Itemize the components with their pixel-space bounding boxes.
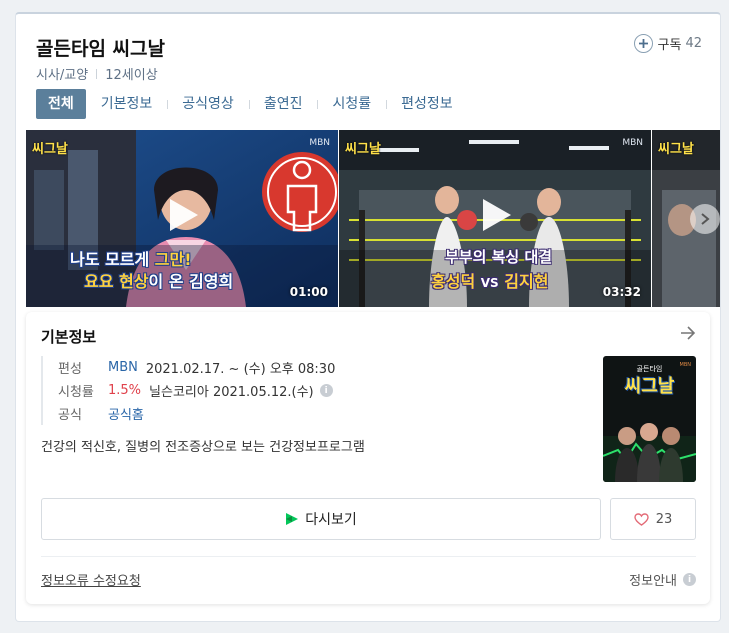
video-thumbnail-1[interactable]: 나도 모르게 그만! 요요 현상이 온 김영희 씨그날 MBN 01:00 bbox=[26, 130, 338, 307]
basic-info-title[interactable]: 기본정보 bbox=[41, 326, 96, 347]
subscribe-button[interactable]: 구독 42 bbox=[633, 34, 702, 53]
ratings-source: 닐슨코리아 2021.05.12.(수) bbox=[149, 385, 314, 400]
replay-label: 다시보기 bbox=[305, 512, 357, 528]
plus-icon bbox=[633, 34, 653, 53]
official-label: 공식 bbox=[58, 408, 82, 423]
replay-button[interactable]: 다시보기 bbox=[41, 498, 601, 540]
like-button[interactable]: 23 bbox=[610, 498, 696, 540]
show-logo-3: 씨그날 bbox=[658, 142, 694, 157]
report-error-link[interactable]: 정보오류 수정요청 bbox=[41, 570, 141, 589]
play-logo-icon bbox=[286, 513, 299, 525]
video-caption-1b: 요요 현상이 온 김영희 bbox=[84, 272, 234, 291]
heart-icon bbox=[634, 512, 649, 526]
program-meta: 시사/교양 12세이상 bbox=[36, 64, 158, 83]
info-guide-button[interactable]: 정보안내 i bbox=[629, 570, 696, 589]
ratings-value: 1.5% bbox=[108, 383, 142, 398]
meta-divider bbox=[96, 68, 98, 79]
like-count: 23 bbox=[655, 511, 673, 527]
play-icon bbox=[483, 198, 511, 231]
show-logo-2: 씨그날 bbox=[345, 142, 381, 157]
chevron-right-icon bbox=[701, 213, 710, 225]
tab-cast[interactable]: 출연진 bbox=[248, 89, 318, 119]
video-thumbnail-3[interactable]: 씨그날 bbox=[652, 130, 720, 307]
age-rating-label: 12세이상 bbox=[105, 68, 158, 83]
genre-label: 시사/교양 bbox=[36, 68, 89, 83]
info-guide-label: 정보안내 bbox=[629, 574, 677, 589]
subscribe-count: 42 bbox=[685, 36, 702, 51]
poster-subtitle: 골든타임 bbox=[636, 365, 663, 373]
video-duration-1: 01:00 bbox=[289, 285, 328, 299]
broadcast-row: 편성 MBN 2021.02.17. ~ (수) 오후 08:30 bbox=[58, 356, 335, 379]
video-caption-1a: 나도 모르게 그만! bbox=[70, 250, 192, 269]
arrow-right-icon[interactable] bbox=[680, 326, 696, 340]
broadcast-label: 편성 bbox=[58, 362, 82, 377]
video-caption-2a: 부부의 복싱 대결 bbox=[445, 248, 553, 266]
ratings-label: 시청률 bbox=[58, 385, 94, 400]
tab-ratings[interactable]: 시청률 bbox=[317, 89, 386, 119]
poster-title: 씨그날 bbox=[624, 376, 675, 397]
program-title[interactable]: 골든타임 씨그날 bbox=[36, 34, 165, 61]
show-logo-1: 씨그날 bbox=[32, 142, 68, 157]
broadcast-schedule: 2021.02.17. ~ (수) 오후 08:30 bbox=[145, 362, 336, 377]
program-tabs: 전체 기본정보 공식영상 출연진 시청률 편성정보 bbox=[36, 89, 468, 119]
video-duration-2: 03:32 bbox=[602, 285, 641, 299]
info-list: 편성 MBN 2021.02.17. ~ (수) 오후 08:30 시청률 1.… bbox=[41, 356, 335, 425]
tab-all[interactable]: 전체 bbox=[36, 89, 86, 119]
carousel-next-button[interactable] bbox=[690, 204, 720, 234]
program-description: 건강의 적신호, 질병의 전조증상으로 보는 건강정보프로그램 bbox=[41, 440, 365, 455]
program-poster[interactable]: MBN 씨그날 골든타임 bbox=[603, 356, 696, 482]
video-thumbnail-2[interactable]: 부부의 복싱 대결 홍성덕 VS 김지현 씨그날 MBN 03:32 bbox=[339, 130, 651, 307]
video-carousel: 나도 모르게 그만! 요요 현상이 온 김영희 씨그날 MBN 01:00 부부… bbox=[26, 130, 720, 307]
basic-info-panel: 기본정보 편성 MBN 2021.02.17. ~ (수) 오후 08:30 시… bbox=[26, 312, 710, 604]
tab-basic-info[interactable]: 기본정보 bbox=[86, 89, 168, 119]
subscribe-label: 구독 bbox=[657, 38, 682, 53]
official-home-link[interactable]: 공식홈 bbox=[108, 404, 144, 423]
tab-official-videos[interactable]: 공식영상 bbox=[167, 89, 249, 119]
channel-logo-1: MBN bbox=[309, 138, 330, 148]
play-icon bbox=[170, 198, 198, 231]
broadcaster-link[interactable]: MBN bbox=[108, 360, 138, 375]
video-caption-2b: 홍성덕 VS 김지현 bbox=[431, 272, 549, 291]
ratings-row: 시청률 1.5% 닐슨코리아 2021.05.12.(수) i bbox=[58, 379, 335, 402]
channel-logo-2: MBN bbox=[622, 138, 643, 148]
footer-divider bbox=[41, 556, 696, 557]
tab-schedule[interactable]: 편성정보 bbox=[386, 89, 468, 119]
official-row: 공식 공식홈 bbox=[58, 402, 335, 425]
info-icon: i bbox=[683, 573, 696, 586]
info-icon[interactable]: i bbox=[319, 384, 333, 397]
